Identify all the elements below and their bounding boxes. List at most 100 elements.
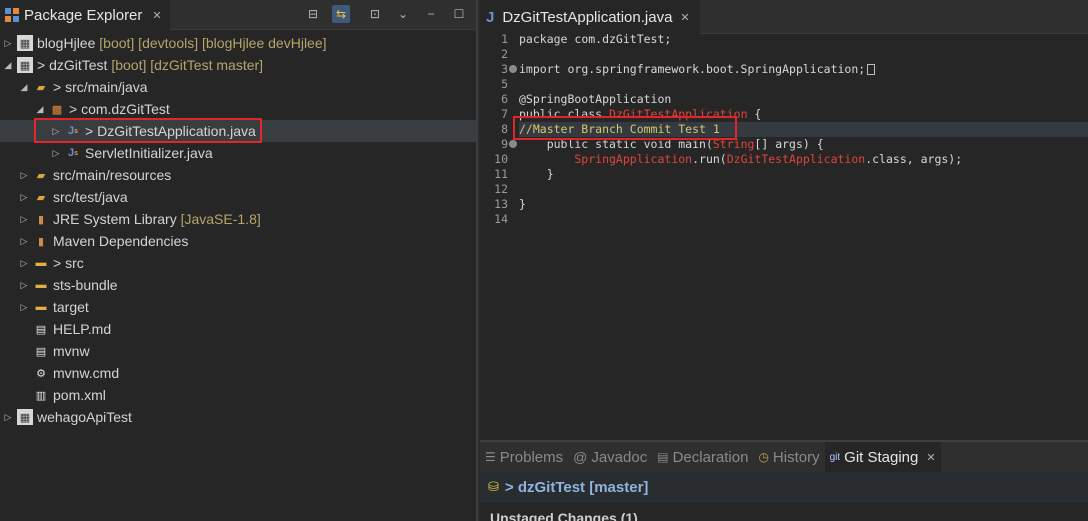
expand-arrow-icon[interactable]: ▷ — [18, 258, 30, 269]
tree-item-label: JRE System Library — [53, 211, 177, 227]
line-number: 12 — [494, 182, 508, 196]
expand-arrow-icon[interactable]: ▷ — [18, 236, 30, 247]
git-staging-icon: git — [829, 451, 841, 463]
javadoc-icon: @ — [573, 449, 588, 465]
expand-arrow-icon[interactable]: ▷ — [2, 412, 14, 423]
tree-item-label: dzGitTest — [49, 57, 108, 73]
expand-arrow-icon[interactable]: ▷ — [50, 126, 62, 137]
collapse-arrow-icon[interactable]: ◢ — [34, 104, 46, 115]
view-toolbar: ⊟ ⇆ ⊡ ⌄ − ☐ — [304, 5, 468, 23]
tree-item-pom-xml[interactable]: ▥ pom.xml — [30, 384, 106, 406]
collapse-arrow-icon[interactable]: ◢ — [2, 60, 14, 71]
tree-item-label: pom.xml — [53, 387, 106, 403]
project-icon: ▦ — [17, 35, 33, 51]
line-number: 9 — [501, 137, 508, 151]
code-class-name: DzGitTestApplication — [609, 107, 748, 121]
code-class-name: DzGitTestApplication — [726, 152, 866, 166]
tab-javadoc[interactable]: @ Javadoc — [568, 442, 652, 472]
code-editor: J DzGitTestApplication.java ✕ 1 2 3 5 6 … — [480, 0, 1088, 440]
minimize-icon[interactable]: − — [422, 5, 440, 23]
java-file-icon: Js — [67, 147, 79, 159]
tree-item-src-main-java[interactable]: ◢ ▰ > src/main/java — [18, 76, 148, 98]
tab-label: Problems — [499, 448, 564, 466]
java-file-icon: Js — [67, 125, 79, 137]
line-number: 8 — [501, 122, 508, 136]
tree-item-bloghjlee[interactable]: ▷ ▦ blogHjlee [boot] [devtools] [blogHjl… — [2, 32, 327, 54]
close-icon[interactable]: ✕ — [926, 451, 935, 464]
library-icon: ▮ — [37, 213, 45, 226]
code-line: public static void main(String[] args) { — [519, 137, 824, 152]
focus-icon[interactable]: ⊡ — [366, 5, 384, 23]
fold-marker-icon[interactable] — [509, 65, 517, 73]
code-line-current: //Master Branch Commit Test 1 — [519, 122, 1088, 137]
tree-item-help-md[interactable]: ▤ HELP.md — [30, 318, 111, 340]
tree-item-src[interactable]: ▷ ▬ > src — [18, 252, 84, 274]
collapse-arrow-icon[interactable]: ◢ — [18, 82, 30, 93]
bottom-views: ☰ Problems @ Javadoc ▤ Declaration ◷ His… — [480, 440, 1088, 521]
line-number: 11 — [494, 167, 508, 181]
code-line: SpringApplication.run(DzGitTestApplicati… — [519, 152, 962, 167]
close-icon[interactable]: ✕ — [680, 11, 689, 24]
tree-item-com-dzgittest[interactable]: ◢ ▩ > com.dzGitTest — [34, 98, 170, 120]
tab-problems[interactable]: ☰ Problems — [480, 442, 568, 472]
tree-item-label: blogHjlee — [37, 35, 96, 51]
code-text: .run( — [692, 152, 727, 166]
tab-git-staging[interactable]: git Git Staging ✕ — [824, 442, 941, 472]
expand-arrow-icon[interactable]: ▷ — [18, 192, 30, 203]
expand-arrow-icon[interactable]: ▷ — [18, 170, 30, 181]
source-folder-icon: ▰ — [36, 169, 46, 182]
tree-item-wehagoapitest[interactable]: ▷ ▦ wehagoApiTest — [2, 406, 132, 428]
tree-item-dzgittest[interactable]: ◢ ▦ > dzGitTest [boot] [dzGitTest master… — [2, 54, 263, 76]
code-text: .class, args); — [865, 152, 963, 166]
tree-item-label: src/test/java — [53, 189, 128, 205]
code-keyword: public class — [519, 107, 610, 121]
fold-marker-icon[interactable] — [509, 140, 517, 148]
line-number: 13 — [494, 197, 508, 211]
tree-item-dzgittestapplication[interactable]: ▷ Js > DzGitTestApplication.java — [0, 120, 476, 142]
code-text: } — [519, 197, 526, 211]
staging-repository-label: > dzGitTest [master] — [504, 478, 649, 496]
tree-item-src-test-java[interactable]: ▷ ▰ src/test/java — [18, 186, 128, 208]
tree-item-jre-system-library[interactable]: ▷ ▮ JRE System Library [JavaSE-1.8] — [18, 208, 261, 230]
tree-item-prefix: > — [85, 123, 98, 139]
expand-arrow-icon[interactable]: ▷ — [18, 302, 30, 313]
tree-item-maven-dependencies[interactable]: ▷ ▮ Maven Dependencies — [18, 230, 189, 252]
tree-item-src-main-resources[interactable]: ▷ ▰ src/main/resources — [18, 164, 172, 186]
view-menu-icon[interactable]: ⌄ — [394, 5, 412, 23]
tree-item-sts-bundle[interactable]: ▷ ▬ sts-bundle — [18, 274, 118, 296]
tree-item-mvnw[interactable]: ▤ mvnw — [30, 340, 90, 362]
tree-item-mvnw-cmd[interactable]: ⚙ mvnw.cmd — [30, 362, 119, 384]
link-with-editor-icon[interactable]: ⇆ — [332, 5, 350, 23]
close-icon[interactable]: ✕ — [152, 9, 161, 22]
tab-package-explorer[interactable]: Package Explorer ✕ — [0, 0, 170, 30]
tab-dzgittestapplication[interactable]: J DzGitTestApplication.java ✕ — [480, 0, 700, 34]
folder-icon: ▬ — [35, 257, 47, 269]
history-icon: ◷ — [758, 450, 769, 464]
package-icon: ▩ — [51, 103, 63, 116]
expand-arrow-icon[interactable]: ▷ — [18, 280, 30, 291]
maximize-icon[interactable]: ☐ — [450, 5, 468, 23]
expand-arrow-icon[interactable]: ▷ — [50, 148, 62, 159]
collapse-all-icon[interactable]: ⊟ — [304, 5, 322, 23]
code-keyword: public static void — [519, 137, 679, 151]
tree-item-label: mvnw.cmd — [53, 365, 120, 381]
folded-import-icon[interactable] — [867, 64, 876, 75]
expand-arrow-icon[interactable]: ▷ — [18, 214, 30, 225]
tree-item-label: com.dzGitTest — [81, 101, 170, 117]
line-number: 5 — [501, 77, 508, 91]
tree-item-servletinitializer[interactable]: ▷ Js ServletInitializer.java — [50, 142, 213, 164]
expand-arrow-icon[interactable]: ▷ — [2, 38, 14, 49]
tab-declaration[interactable]: ▤ Declaration — [652, 442, 753, 472]
tree-item-decoration: [boot] [devtools] [blogHjlee devHjlee] — [99, 35, 327, 51]
package-explorer-view: Package Explorer ✕ ⊟ ⇆ ⊡ ⌄ − ☐ ▷ ▦ blogH… — [0, 0, 478, 521]
code-annotation: @SpringBootApplication — [519, 92, 672, 106]
java-file-icon: J — [486, 8, 495, 26]
line-number: 1 — [501, 32, 508, 46]
code-text: { — [747, 107, 762, 121]
tree-item-prefix: > — [69, 101, 82, 117]
script-file-icon: ⚙ — [36, 367, 46, 380]
code-keyword: package — [519, 32, 568, 46]
unstaged-changes-header[interactable]: Unstaged Changes (1) — [480, 510, 1088, 521]
tree-item-target[interactable]: ▷ ▬ target — [18, 296, 89, 318]
tab-history[interactable]: ◷ History — [753, 442, 824, 472]
